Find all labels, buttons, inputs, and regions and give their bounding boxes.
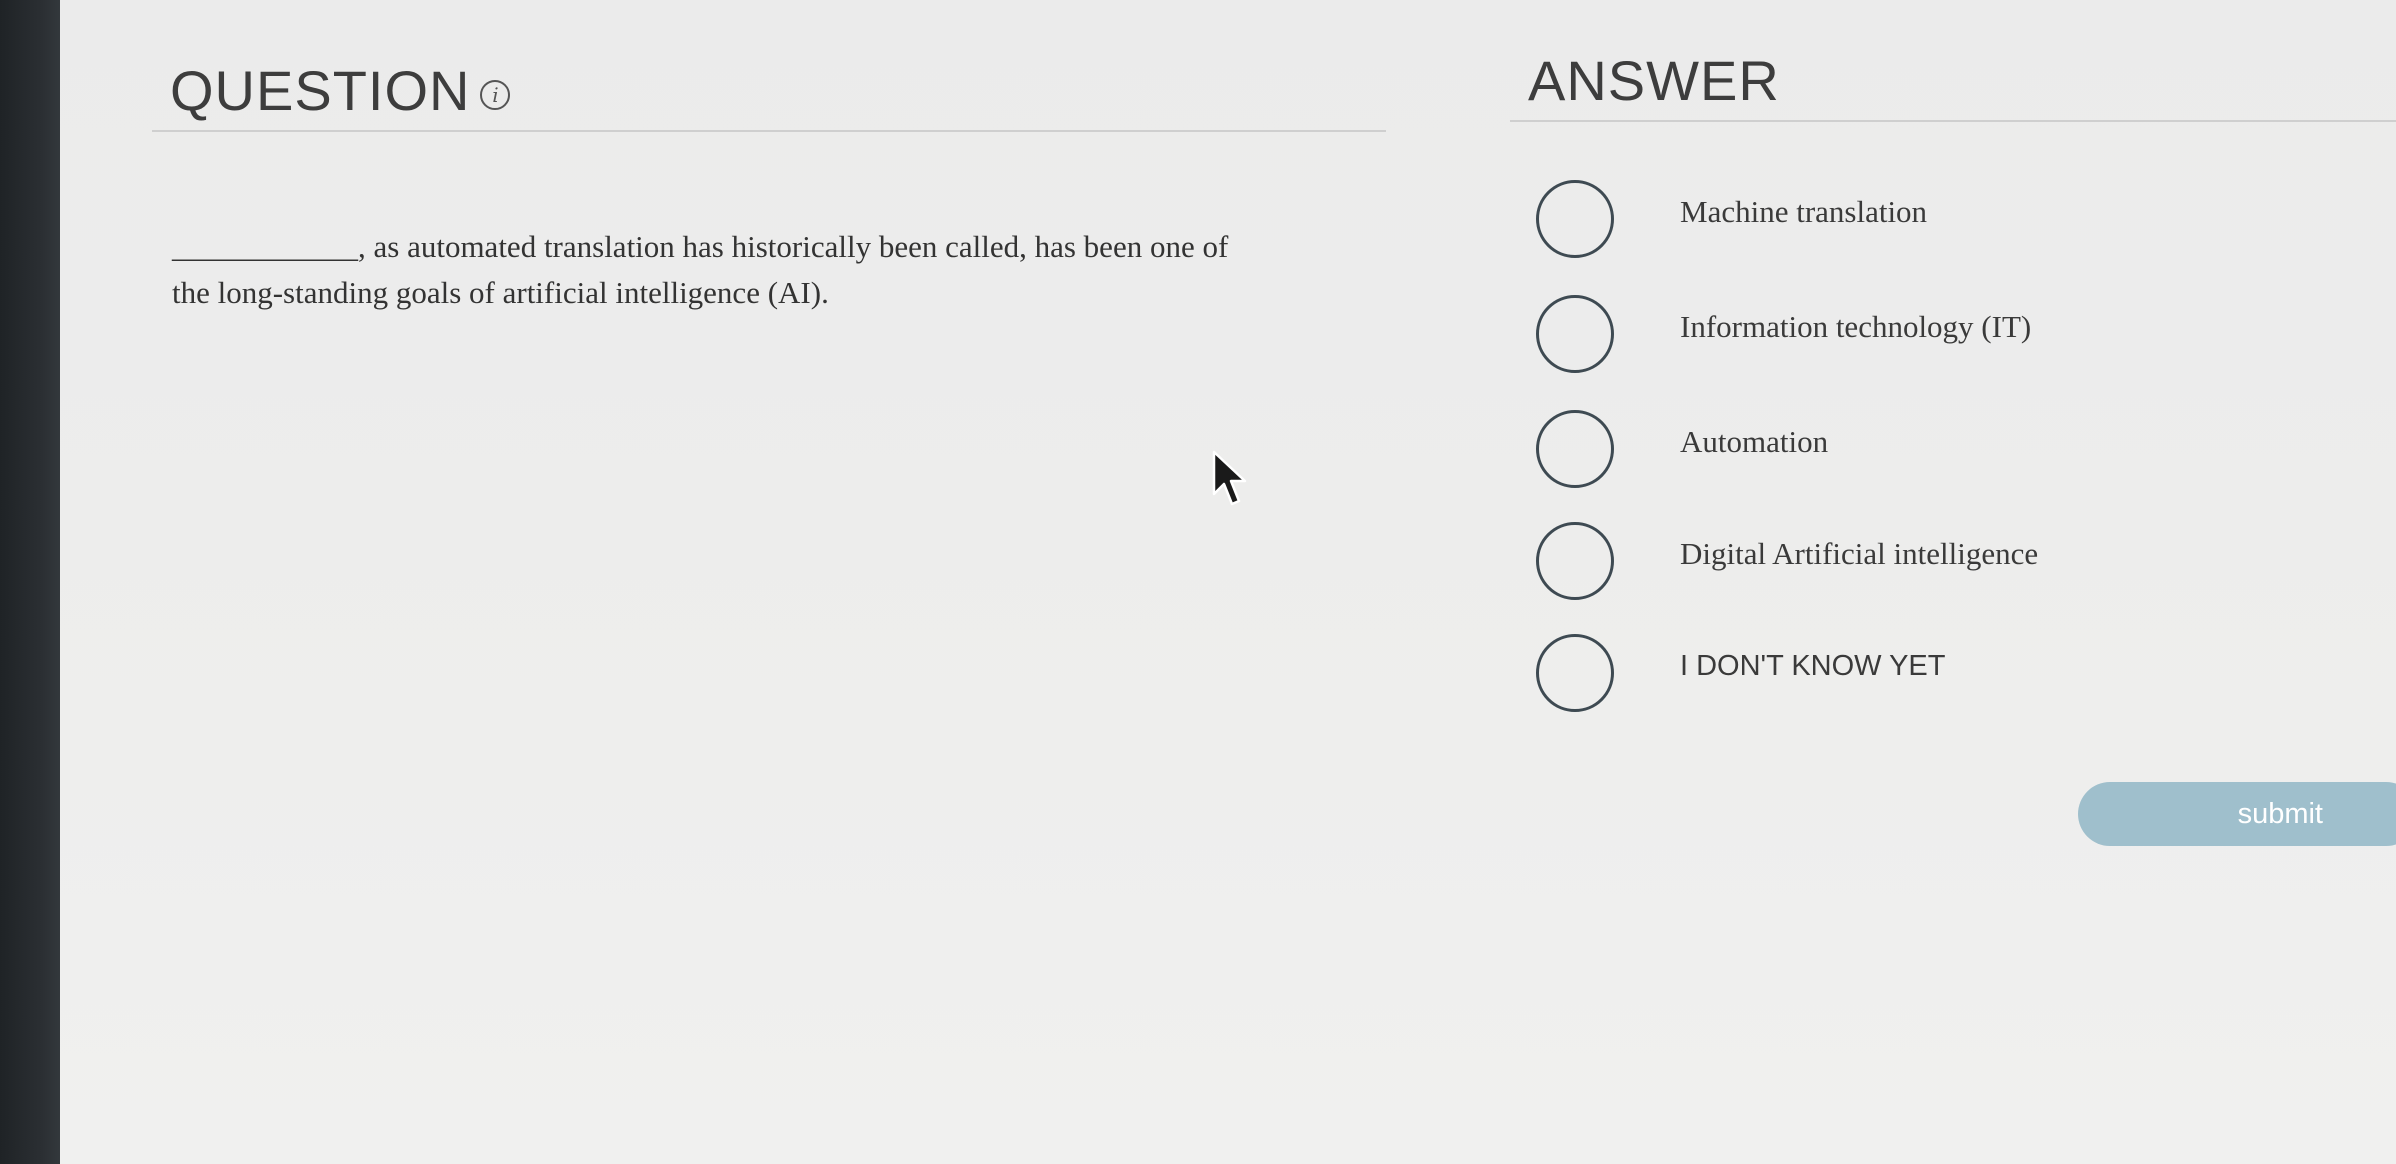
answer-option-dont-know[interactable]: I DON'T KNOW YET — [1536, 634, 1946, 712]
radio-button[interactable] — [1536, 295, 1614, 373]
answer-option-label: Machine translation — [1680, 194, 1928, 229]
answer-option-machine-translation[interactable]: Machine translation — [1536, 180, 1927, 258]
quiz-screen: QUESTION i ____________, as automated tr… — [0, 0, 2396, 1164]
answer-option-label: I DON'T KNOW YET — [1680, 649, 1946, 682]
radio-button[interactable] — [1536, 180, 1614, 258]
answer-option-information-technology[interactable]: Information technology (IT) — [1536, 295, 2031, 373]
answer-option-digital-ai[interactable]: Digital Artificial intelligence — [1536, 522, 2038, 600]
info-icon[interactable]: i — [480, 79, 511, 110]
submit-button[interactable]: submit — [2078, 782, 2396, 846]
answer-option-label: Digital Artificial intelligence — [1680, 536, 2039, 571]
answer-divider — [1510, 120, 2396, 122]
screen-bezel — [0, 0, 60, 1164]
answer-option-automation[interactable]: Automation — [1536, 410, 1828, 488]
radio-button[interactable] — [1536, 634, 1614, 712]
answer-title: ANSWER — [1528, 49, 1780, 112]
question-divider — [152, 130, 1386, 132]
question-text-line-1: ____________, as automated translation h… — [172, 229, 1229, 264]
question-header: QUESTION i — [170, 58, 511, 123]
mouse-cursor-icon — [1212, 450, 1247, 506]
question-text: ____________, as automated translation h… — [172, 224, 1392, 316]
radio-button[interactable] — [1536, 410, 1614, 488]
answer-option-label: Automation — [1680, 424, 1829, 459]
radio-button[interactable] — [1536, 522, 1614, 600]
question-title: QUESTION — [170, 59, 471, 122]
answer-option-label: Information technology (IT) — [1680, 309, 2032, 344]
question-text-line-2: the long-standing goals of artificial in… — [172, 275, 829, 310]
